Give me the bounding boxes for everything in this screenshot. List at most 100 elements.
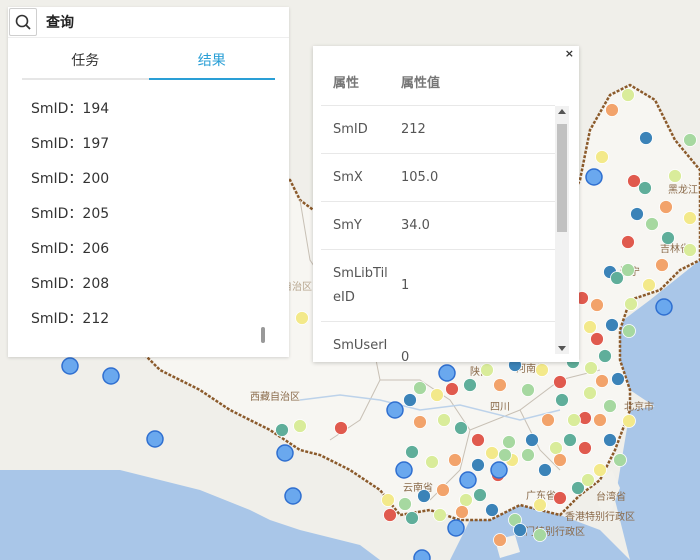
map-point[interactable] — [445, 382, 459, 396]
map-point[interactable] — [533, 498, 547, 512]
map-point[interactable] — [683, 133, 697, 147]
map-point[interactable] — [555, 393, 569, 407]
scroll-down-icon[interactable] — [558, 346, 566, 351]
map-point-highlight[interactable] — [386, 401, 404, 419]
map-point[interactable] — [471, 458, 485, 472]
map-point[interactable] — [659, 200, 673, 214]
map-point[interactable] — [463, 378, 477, 392]
map-point-highlight[interactable] — [447, 519, 465, 537]
map-point[interactable] — [433, 508, 447, 522]
map-point[interactable] — [538, 463, 552, 477]
map-point[interactable] — [553, 491, 567, 505]
map-point[interactable] — [413, 415, 427, 429]
map-point[interactable] — [485, 503, 499, 517]
result-item[interactable]: SmID：194 — [31, 92, 289, 127]
map-point[interactable] — [630, 207, 644, 221]
map-point[interactable] — [541, 413, 555, 427]
scroll-up-icon[interactable] — [558, 109, 566, 114]
map-point[interactable] — [683, 211, 697, 225]
map-point[interactable] — [655, 258, 669, 272]
map-point[interactable] — [593, 413, 607, 427]
map-point[interactable] — [639, 131, 653, 145]
map-point[interactable] — [661, 231, 675, 245]
map-point[interactable] — [535, 363, 549, 377]
popup-scrollbar[interactable] — [555, 106, 569, 354]
map-point[interactable] — [425, 455, 439, 469]
map-point[interactable] — [549, 441, 563, 455]
map-point[interactable] — [581, 473, 595, 487]
map-point[interactable] — [513, 523, 527, 537]
map-point[interactable] — [611, 372, 625, 386]
map-point-highlight[interactable] — [395, 461, 413, 479]
map-point[interactable] — [590, 298, 604, 312]
map-point[interactable] — [595, 150, 609, 164]
map-point[interactable] — [621, 88, 635, 102]
map-point[interactable] — [598, 349, 612, 363]
map-point[interactable] — [610, 271, 624, 285]
map-point[interactable] — [295, 311, 309, 325]
map-point[interactable] — [621, 235, 635, 249]
map-point[interactable] — [622, 414, 636, 428]
map-point-highlight[interactable] — [585, 168, 603, 186]
map-point[interactable] — [593, 463, 607, 477]
map-point[interactable] — [413, 381, 427, 395]
map-point-highlight[interactable] — [276, 444, 294, 462]
map-point-highlight[interactable] — [490, 461, 508, 479]
map-point[interactable] — [642, 278, 656, 292]
map-point[interactable] — [621, 263, 635, 277]
map-point[interactable] — [622, 324, 636, 338]
map-point-highlight[interactable] — [413, 549, 431, 560]
map-point[interactable] — [668, 169, 682, 183]
map-point[interactable] — [525, 433, 539, 447]
map-point[interactable] — [584, 361, 598, 375]
scroll-thumb[interactable] — [557, 124, 567, 232]
map-point[interactable] — [437, 413, 451, 427]
map-point[interactable] — [448, 453, 462, 467]
map-point[interactable] — [578, 441, 592, 455]
map-point[interactable] — [398, 497, 412, 511]
map-point[interactable] — [603, 433, 617, 447]
map-point[interactable] — [583, 320, 597, 334]
map-point-highlight[interactable] — [438, 364, 456, 382]
map-point[interactable] — [485, 446, 499, 460]
map-point[interactable] — [334, 421, 348, 435]
map-point[interactable] — [595, 374, 609, 388]
tab-results[interactable]: 结果 — [148, 46, 275, 80]
map-point[interactable] — [605, 103, 619, 117]
map-point[interactable] — [498, 448, 512, 462]
map-point[interactable] — [583, 386, 597, 400]
map-point[interactable] — [455, 505, 469, 519]
result-item[interactable]: SmID：205 — [31, 197, 289, 232]
close-icon[interactable]: × — [565, 47, 574, 60]
map-point[interactable] — [493, 533, 507, 547]
map-point[interactable] — [473, 488, 487, 502]
map-point[interactable] — [638, 181, 652, 195]
result-item[interactable]: SmID：212 — [31, 302, 289, 337]
map-point-highlight[interactable] — [459, 471, 477, 489]
map-point[interactable] — [459, 493, 473, 507]
map-point-highlight[interactable] — [146, 430, 164, 448]
map-point[interactable] — [383, 508, 397, 522]
map-point[interactable] — [563, 433, 577, 447]
map-point-highlight[interactable] — [284, 487, 302, 505]
map-point-highlight[interactable] — [61, 357, 79, 375]
map-point[interactable] — [613, 453, 627, 467]
map-point[interactable] — [502, 435, 516, 449]
map-point[interactable] — [454, 421, 468, 435]
result-item[interactable]: SmID：208 — [31, 267, 289, 302]
map-point-highlight[interactable] — [655, 298, 673, 316]
map-point[interactable] — [553, 453, 567, 467]
results-scrollbar[interactable] — [261, 327, 265, 343]
map-point[interactable] — [480, 363, 494, 377]
map-point[interactable] — [381, 493, 395, 507]
result-item[interactable]: SmID：200 — [31, 162, 289, 197]
map-point[interactable] — [436, 483, 450, 497]
map-point[interactable] — [603, 399, 617, 413]
map-point[interactable] — [567, 413, 581, 427]
map-point[interactable] — [521, 448, 535, 462]
map-point[interactable] — [553, 375, 567, 389]
map-point-highlight[interactable] — [102, 367, 120, 385]
map-point[interactable] — [605, 318, 619, 332]
map-point[interactable] — [293, 419, 307, 433]
map-point[interactable] — [645, 217, 659, 231]
